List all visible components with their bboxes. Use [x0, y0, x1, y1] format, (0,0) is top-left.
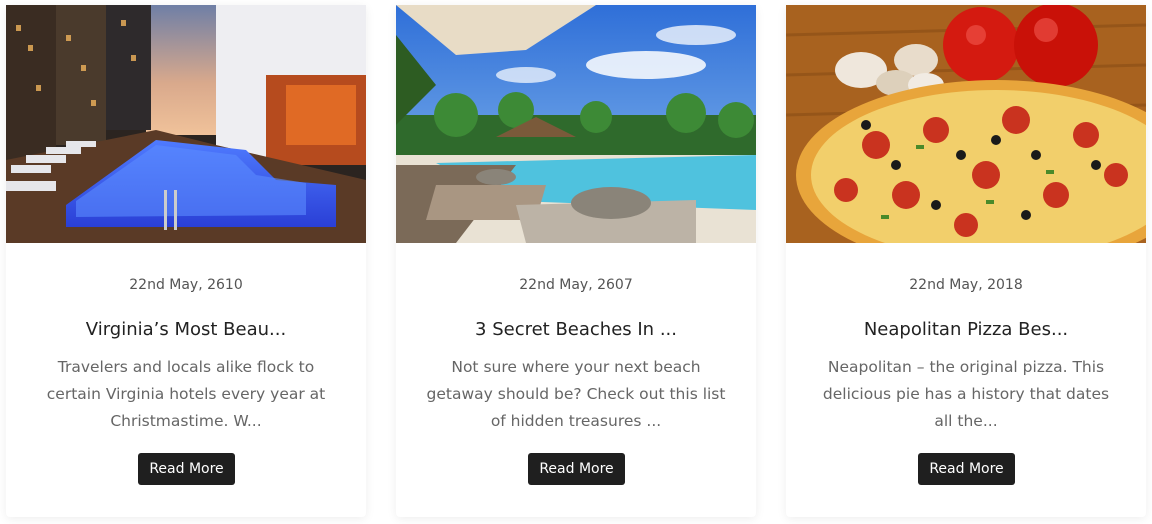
blog-card: 22nd May, 2018 Neapolitan Pizza Bes... N…: [786, 5, 1146, 517]
blog-card: 22nd May, 2607 3 Secret Beaches In ... N…: [396, 5, 756, 517]
post-date: 22nd May, 2018: [909, 277, 1023, 293]
post-date: 22nd May, 2610: [129, 277, 243, 293]
resort-pool-image: [396, 5, 756, 243]
read-more-button[interactable]: Read More: [918, 453, 1015, 485]
post-excerpt: Not sure where your next beach getaway s…: [426, 358, 726, 430]
post-title[interactable]: Virginia’s Most Beau...: [6, 319, 366, 340]
post-excerpt: Travelers and locals alike flock to cert…: [46, 358, 326, 430]
blog-card-image[interactable]: [396, 5, 756, 243]
hotel-pool-image: [6, 5, 366, 243]
blog-card: 22nd May, 2610 Virginia’s Most Beau... T…: [6, 5, 366, 517]
read-more-button[interactable]: Read More: [528, 453, 625, 485]
post-excerpt: Neapolitan – the original pizza. This de…: [822, 358, 1110, 430]
read-more-button[interactable]: Read More: [138, 453, 235, 485]
post-date: 22nd May, 2607: [519, 277, 633, 293]
blog-card-image[interactable]: [6, 5, 366, 243]
post-title[interactable]: Neapolitan Pizza Bes...: [786, 319, 1146, 340]
blog-grid: 22nd May, 2610 Virginia’s Most Beau... T…: [0, 0, 1152, 524]
pizza-image: [786, 5, 1146, 243]
blog-card-image[interactable]: [786, 5, 1146, 243]
post-title[interactable]: 3 Secret Beaches In ...: [396, 319, 756, 340]
